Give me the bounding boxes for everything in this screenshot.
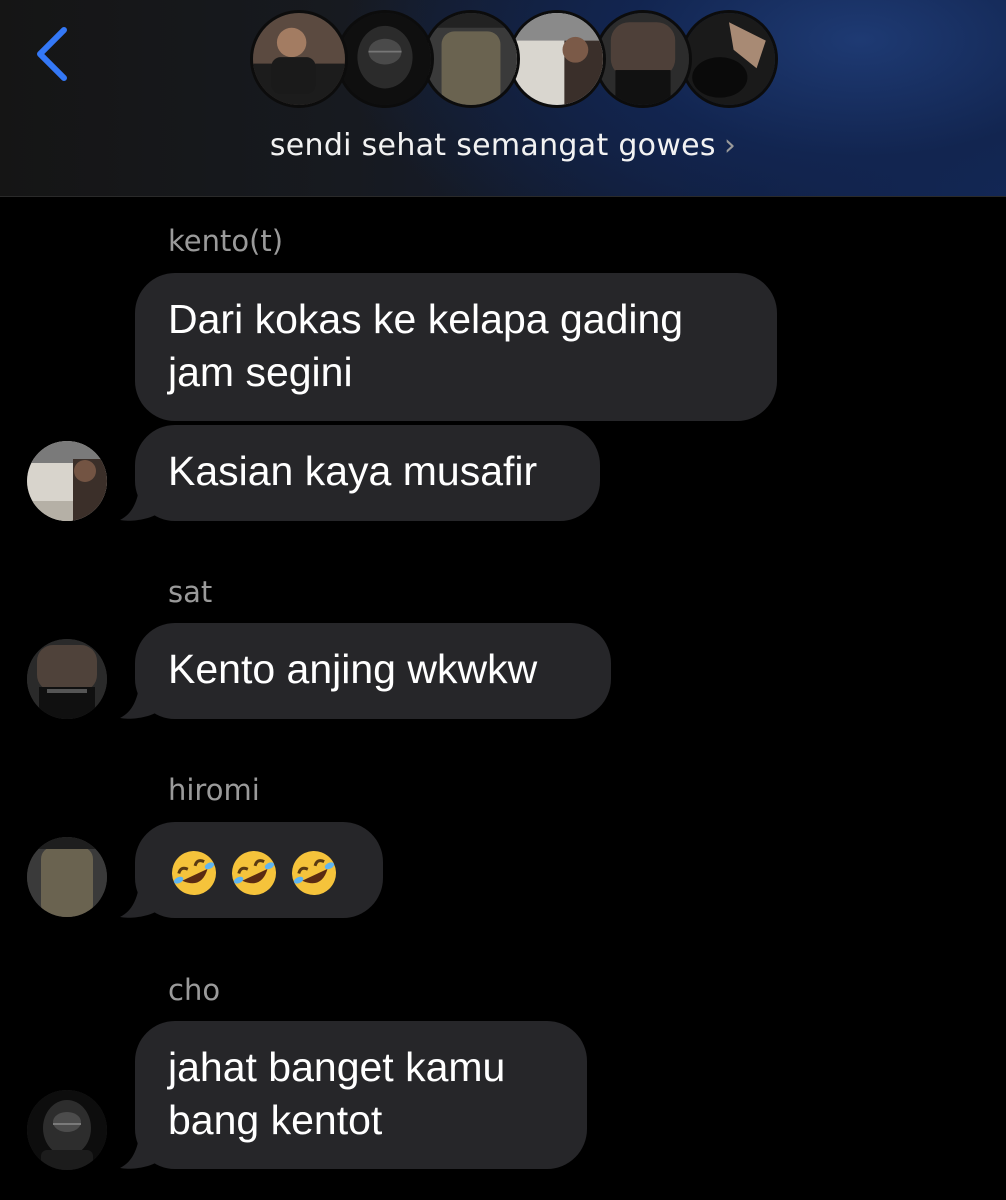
- avatar-kento[interactable]: [27, 441, 107, 521]
- member-avatar-1: [250, 10, 348, 108]
- message-bubble[interactable]: jahat banget kamu bang kentot: [135, 1021, 587, 1169]
- back-button[interactable]: [30, 24, 74, 84]
- sender-name-hiromi: hiromi: [168, 773, 260, 807]
- avatar-sat[interactable]: [27, 639, 107, 719]
- member-avatar-4: [508, 10, 606, 108]
- bubble-tail: [120, 482, 160, 522]
- bubble-tail: [120, 1130, 160, 1170]
- message-text: Kento anjing wkwkw: [168, 646, 538, 692]
- message-text: jahat banget kamu bang kentot: [168, 1044, 506, 1143]
- member-avatar-6: [680, 10, 778, 108]
- avatar-cho[interactable]: [27, 1090, 107, 1170]
- sender-name-cho: cho: [168, 973, 221, 1007]
- member-avatar-3: [422, 10, 520, 108]
- rolling-on-floor-laughing-icon: [288, 847, 340, 899]
- group-name-button[interactable]: sendi sehat semangat gowes ›: [0, 128, 1006, 163]
- sender-name-kento: kento(t): [168, 224, 284, 258]
- bubble-tail: [120, 680, 160, 720]
- member-avatar-2: [336, 10, 434, 108]
- message-text: Kasian kaya musafir: [168, 448, 538, 494]
- chevron-right-icon: ›: [723, 128, 737, 163]
- message-bubble[interactable]: Dari kokas ke kelapa gading jam segini: [135, 273, 777, 421]
- rolling-on-floor-laughing-icon: [228, 847, 280, 899]
- group-name: sendi sehat semangat gowes: [269, 128, 716, 163]
- avatar-hiromi[interactable]: [27, 837, 107, 917]
- chevron-left-icon: [37, 27, 67, 81]
- chat-header: sendi sehat semangat gowes ›: [0, 0, 1006, 197]
- message-bubble[interactable]: Kento anjing wkwkw: [135, 623, 611, 719]
- message-bubble[interactable]: Kasian kaya musafir: [135, 425, 600, 521]
- message-bubble[interactable]: [135, 822, 383, 918]
- message-text: Dari kokas ke kelapa gading jam segini: [168, 296, 684, 395]
- sender-name-sat: sat: [168, 575, 213, 609]
- bubble-tail: [120, 879, 160, 919]
- rolling-on-floor-laughing-icon: [168, 847, 220, 899]
- member-avatar-5: [594, 10, 692, 108]
